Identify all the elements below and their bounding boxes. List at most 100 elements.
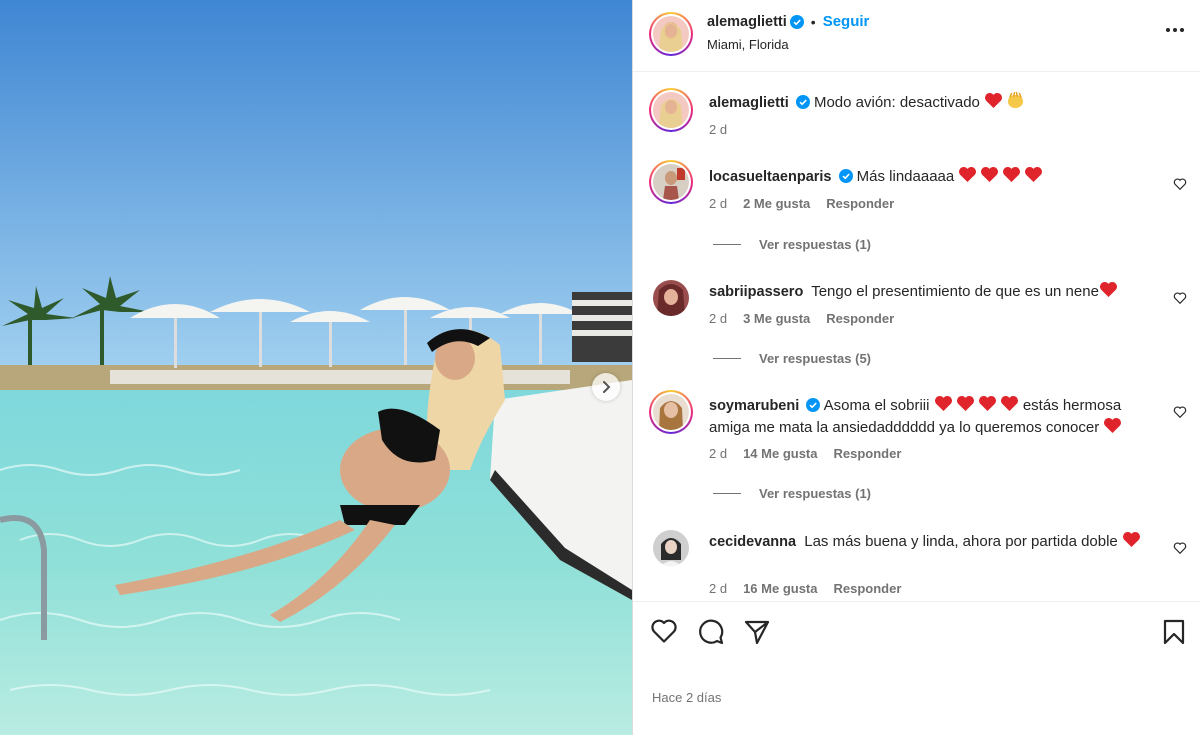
red-heart-emoji <box>934 395 952 412</box>
comment-emojis <box>1103 417 1122 434</box>
author-avatar[interactable] <box>649 12 693 56</box>
comment-time: 2 d <box>709 581 728 596</box>
caption-text: Modo avión: desactivado <box>813 94 980 111</box>
commenter-avatar-image <box>653 280 689 316</box>
action-bar <box>633 601 1200 661</box>
red-heart-emoji <box>981 166 999 183</box>
comment-username[interactable]: cecidevanna <box>709 534 796 550</box>
comment-text: Tengo el presentimiento de que es un nen… <box>811 283 1099 300</box>
commenter-avatar[interactable] <box>653 530 689 566</box>
comment-meta: 2 d 3 Me gusta Responder <box>709 311 894 326</box>
red-heart-emoji <box>959 166 977 183</box>
caption-avatar-image <box>653 92 689 128</box>
bookmark-icon[interactable] <box>1162 618 1186 646</box>
comment-time: 2 d <box>709 446 728 461</box>
comment-likes[interactable]: 14 Me gusta <box>743 446 817 461</box>
share-send-icon[interactable] <box>743 618 771 646</box>
red-heart-emoji <box>1122 531 1140 548</box>
comment-text-part-2: estás hermosa <box>1022 397 1122 414</box>
comment-text: Las más buena y linda, ahora por partida… <box>804 533 1118 550</box>
red-heart-emoji <box>1025 166 1043 183</box>
caption-avatar[interactable] <box>649 88 693 132</box>
comment-text-part-3: amiga me mata la ansiedadddddd ya lo que… <box>709 419 1100 436</box>
comment-meta: 2 d 14 Me gusta Responder <box>709 446 901 461</box>
comment-username[interactable]: soymarubeni <box>709 398 799 414</box>
verified-badge-icon <box>806 398 821 412</box>
comment-text-row: sabriipassero Tengo el presentimiento de… <box>709 281 1151 303</box>
comment-text: Más lindaaaaa <box>856 168 955 185</box>
caption-emojis <box>984 92 1025 109</box>
verified-badge-icon <box>795 95 810 109</box>
caption-text-row: alemaglietti Modo avión: desactivado <box>709 92 1151 114</box>
author-username[interactable]: alemaglietti <box>707 14 787 30</box>
comment-meta: 2 d 2 Me gusta Responder <box>709 196 894 211</box>
header-separator: • <box>810 13 816 30</box>
comment-text-row: cecidevanna Las más buena y linda, ahora… <box>709 531 1151 553</box>
comment-likes[interactable]: 3 Me gusta <box>743 311 810 326</box>
view-replies-button[interactable]: Ver respuestas (1) <box>713 237 871 252</box>
comment-emojis <box>958 166 1043 183</box>
red-heart-emoji <box>1000 395 1018 412</box>
comment-text-row: locasueltaenparis Más lindaaaaa <box>709 166 1151 188</box>
red-heart-emoji <box>956 395 974 412</box>
caption-time: 2 d <box>709 122 728 137</box>
follow-button[interactable]: Seguir <box>823 13 870 30</box>
commenter-avatar-image <box>653 394 689 430</box>
view-replies-label: Ver respuestas (1) <box>759 486 872 501</box>
post-details-panel: alemaglietti • Seguir Miami, Florida ale… <box>632 0 1200 735</box>
comment-text-part-1: Asoma el sobriii <box>823 397 930 414</box>
commenter-avatar-image <box>653 530 689 566</box>
comment-time: 2 d <box>709 311 728 326</box>
view-replies-button[interactable]: Ver respuestas (5) <box>713 351 871 366</box>
comment-bubble-icon[interactable] <box>697 618 725 646</box>
author-avatar-image <box>653 16 689 52</box>
heart-outline-icon[interactable] <box>1173 177 1187 191</box>
comment-likes[interactable]: 16 Me gusta <box>743 581 817 596</box>
reply-button[interactable]: Responder <box>834 446 902 461</box>
red-heart-emoji <box>985 92 1003 109</box>
comment-meta: 2 d 16 Me gusta Responder <box>709 581 901 596</box>
commenter-avatar[interactable] <box>649 160 693 204</box>
post-time-ago: Hace 2 días <box>652 690 722 705</box>
chevron-right-icon <box>603 381 611 393</box>
comment-time: 2 d <box>709 196 728 211</box>
red-heart-emoji <box>1099 281 1117 298</box>
instagram-post-modal: alemaglietti • Seguir Miami, Florida ale… <box>0 0 1200 735</box>
comment-text-row: soymarubeni Asoma el sobriii estás hermo… <box>709 395 1151 438</box>
next-photo-button[interactable] <box>592 373 620 401</box>
replies-divider-line <box>713 493 741 494</box>
post-header: alemaglietti • Seguir Miami, Florida <box>633 0 1200 72</box>
comment-emojis <box>934 395 1019 412</box>
commenter-avatar[interactable] <box>649 390 693 434</box>
heart-outline-icon[interactable] <box>1173 405 1187 419</box>
more-options-icon[interactable] <box>1165 27 1185 33</box>
comment-username[interactable]: sabriipassero <box>709 284 803 300</box>
comment-likes[interactable]: 2 Me gusta <box>743 196 810 211</box>
like-heart-icon[interactable] <box>650 618 678 644</box>
caption-meta: 2 d <box>709 122 727 137</box>
red-heart-emoji <box>1104 417 1122 434</box>
comment-emojis <box>1122 531 1141 548</box>
view-replies-button[interactable]: Ver respuestas (1) <box>713 486 871 501</box>
post-photo <box>0 0 632 735</box>
reply-button[interactable]: Responder <box>834 581 902 596</box>
commenter-avatar[interactable] <box>653 280 689 316</box>
raising-hands-emoji <box>1008 92 1024 109</box>
comment-emojis <box>1099 281 1118 298</box>
heart-outline-icon[interactable] <box>1173 291 1187 305</box>
replies-divider-line <box>713 358 741 359</box>
reply-button[interactable]: Responder <box>826 196 894 211</box>
commenter-avatar-image <box>653 164 689 200</box>
red-heart-emoji <box>1003 166 1021 183</box>
comment-username[interactable]: locasueltaenparis <box>709 169 832 185</box>
caption-username[interactable]: alemaglietti <box>709 95 789 111</box>
red-heart-emoji <box>978 395 996 412</box>
heart-outline-icon[interactable] <box>1173 541 1187 555</box>
view-replies-label: Ver respuestas (1) <box>759 237 872 252</box>
verified-badge-icon <box>838 169 853 183</box>
header-user-row: alemaglietti • Seguir <box>707 13 869 30</box>
reply-button[interactable]: Responder <box>826 311 894 326</box>
pool-scene-image <box>0 0 632 735</box>
post-location[interactable]: Miami, Florida <box>707 37 789 52</box>
verified-badge-icon <box>789 14 804 29</box>
